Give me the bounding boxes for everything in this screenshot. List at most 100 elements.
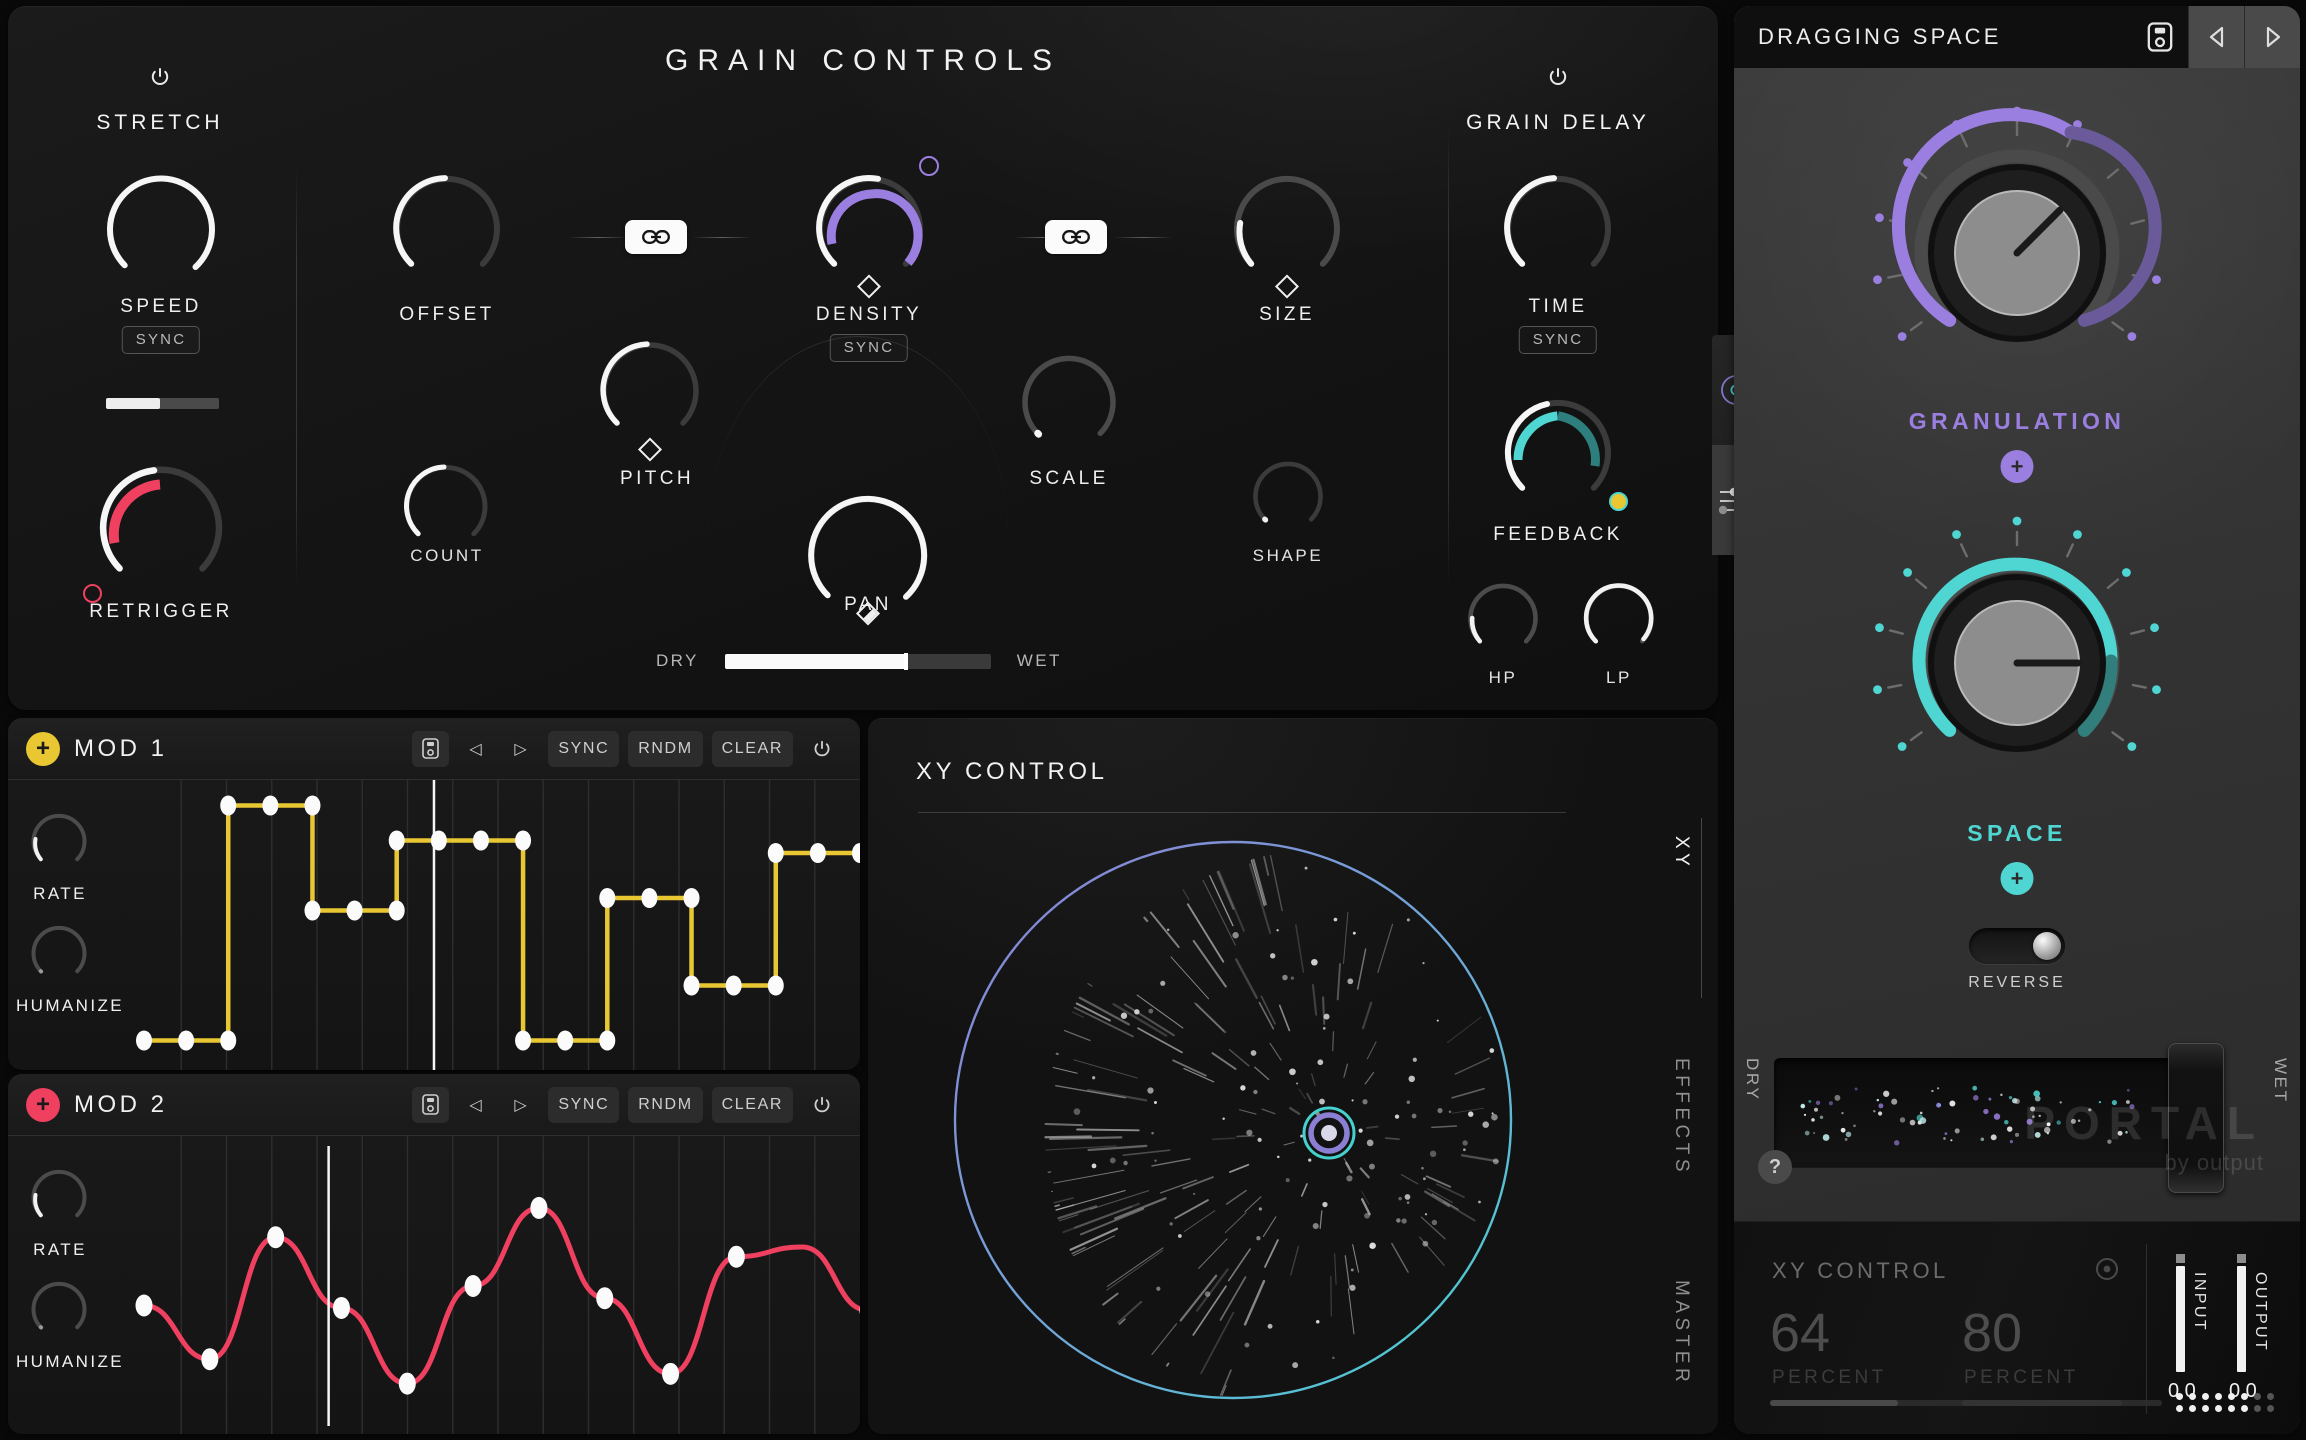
reverse-label: REVERSE xyxy=(1968,974,2066,991)
footer-x-unit: PERCENT xyxy=(1772,1367,1887,1388)
shape-knob[interactable] xyxy=(1246,454,1330,538)
portal-brand: PORTAL xyxy=(2024,1097,2264,1149)
density-knob[interactable] xyxy=(806,156,939,299)
mod2-power-button[interactable] xyxy=(802,1087,842,1123)
size-knob[interactable] xyxy=(1223,164,1351,299)
retrigger-label: RETRIGGER xyxy=(89,601,233,622)
mod2-rate-knob[interactable] xyxy=(26,1164,92,1230)
mod2-humanize-knob[interactable] xyxy=(26,1276,92,1342)
mod2-panel: + MOD 2 ◁ ▷ SYNC RNDM CLEAR RATE HUMANIZ… xyxy=(8,1074,860,1434)
scale-knob[interactable] xyxy=(1013,346,1125,458)
reverse-toggle[interactable] xyxy=(1969,928,2065,964)
help-button[interactable]: ? xyxy=(1758,1150,1792,1184)
link-icon xyxy=(1062,230,1090,244)
feedback-knob[interactable] xyxy=(1494,388,1628,516)
speed-knob[interactable] xyxy=(96,164,226,294)
hp-label: HP xyxy=(1488,668,1518,687)
density-mod-ring[interactable] xyxy=(919,156,939,176)
mod2-add-badge[interactable]: + xyxy=(26,1087,60,1122)
space-knob[interactable] xyxy=(1857,508,2177,818)
xy-control-rule xyxy=(918,812,1566,813)
count-knob[interactable] xyxy=(396,456,496,556)
mod1-header: + MOD 1 ◁ ▷ SYNC RNDM CLEAR xyxy=(8,718,860,780)
mod1-preset-button[interactable] xyxy=(412,730,450,767)
tab-effects[interactable]: EFFECTS xyxy=(1670,1058,1692,1176)
count-label: COUNT xyxy=(410,546,484,565)
link-line-right-1 xyxy=(692,237,752,238)
time-knob[interactable] xyxy=(1494,164,1622,292)
stretch-amount-slider[interactable] xyxy=(106,398,219,409)
mod1-next-button[interactable]: ▷ xyxy=(503,731,539,767)
mod2-lfo-editor[interactable]: RATE HUMANIZE xyxy=(8,1136,860,1434)
shape-label: SHAPE xyxy=(1252,546,1324,565)
save-icon xyxy=(2147,22,2173,52)
retrigger-knob[interactable] xyxy=(83,454,234,603)
mod1-prev-button[interactable]: ◁ xyxy=(458,731,494,767)
preset-prev-button[interactable] xyxy=(2188,6,2244,68)
pitch-label: PITCH xyxy=(620,468,694,489)
xy-visualizer[interactable] xyxy=(938,830,1528,1410)
speed-sync-button[interactable]: SYNC xyxy=(121,326,201,354)
output-meter-cap xyxy=(2237,1254,2246,1263)
mod1-lfo-editor[interactable]: RATE HUMANIZE xyxy=(8,780,860,1070)
space-add-button[interactable]: + xyxy=(2000,862,2034,895)
footer-x-value: 64 xyxy=(1770,1303,1831,1363)
mod1-rate-knob[interactable] xyxy=(26,808,92,874)
footer-x-bar[interactable] xyxy=(1770,1400,1970,1406)
dry-wet-handle[interactable] xyxy=(903,652,908,670)
mod2-random-button[interactable]: RNDM xyxy=(628,1086,703,1123)
mod1-power-button[interactable] xyxy=(802,731,842,767)
preset-name-label: DRAGGING SPACE xyxy=(1758,24,2002,49)
speed-label: SPEED xyxy=(120,296,202,317)
mod2-preset-button[interactable] xyxy=(412,1086,450,1123)
footer-target-icon[interactable] xyxy=(2094,1256,2120,1282)
link-icon xyxy=(642,230,670,244)
link-line-left-1 xyxy=(568,237,628,238)
right-wet-label: WET xyxy=(2271,1058,2290,1104)
footer-y-value: 80 xyxy=(1962,1303,2023,1363)
footer-y-bar[interactable] xyxy=(1962,1400,2162,1406)
mod2-title: MOD 2 xyxy=(74,1090,168,1118)
mod1-title: MOD 1 xyxy=(74,734,168,762)
link-button-1[interactable] xyxy=(625,220,687,254)
granulation-add-button[interactable]: + xyxy=(2000,450,2034,483)
mod2-prev-button[interactable]: ◁ xyxy=(458,1087,494,1123)
power-icon-grain-delay[interactable] xyxy=(1547,66,1569,88)
mod2-clear-button[interactable]: CLEAR xyxy=(711,1086,793,1123)
mod1-side-controls: RATE HUMANIZE xyxy=(8,780,136,1070)
next-icon xyxy=(2266,26,2280,48)
tab-master[interactable]: MASTER xyxy=(1670,1280,1692,1386)
tab-xy-indicator xyxy=(1701,818,1702,998)
mod1-random-button[interactable]: RNDM xyxy=(628,730,703,767)
pitch-knob[interactable] xyxy=(591,331,709,462)
preset-next-button[interactable] xyxy=(2244,6,2300,68)
offset-label: OFFSET xyxy=(399,304,495,325)
mod2-toolbar: ◁ ▷ SYNC RNDM CLEAR xyxy=(412,1086,842,1123)
feedback-mod-ring[interactable] xyxy=(1609,492,1628,511)
mod1-sync-button[interactable]: SYNC xyxy=(548,730,620,767)
save-preset-button[interactable] xyxy=(2132,6,2188,68)
hp-knob[interactable] xyxy=(1461,576,1545,660)
output-meter-bar xyxy=(2237,1266,2246,1372)
mod1-clear-button[interactable]: CLEAR xyxy=(711,730,793,767)
granulation-knob[interactable] xyxy=(1857,98,2177,408)
dragging-space-header: DRAGGING SPACE xyxy=(1734,6,2300,68)
link-button-2[interactable] xyxy=(1045,220,1107,254)
time-sync-button[interactable]: SYNC xyxy=(1518,326,1598,354)
reverse-toggle-knob[interactable] xyxy=(2033,932,2061,960)
mod1-humanize-knob[interactable] xyxy=(26,920,92,986)
mod2-sync-button[interactable]: SYNC xyxy=(548,1086,620,1123)
density-sync-button[interactable]: SYNC xyxy=(829,334,909,362)
mod2-next-button[interactable]: ▷ xyxy=(503,1087,539,1123)
lp-knob[interactable] xyxy=(1577,576,1661,660)
xy-control-title: XY CONTROL xyxy=(916,758,1108,785)
preset-icon xyxy=(422,738,440,759)
readout-footer: XY CONTROL 64 PERCENT 80 PERCENT INPUT 0… xyxy=(1734,1221,2300,1434)
dry-wet-slider[interactable] xyxy=(724,652,991,670)
offset-knob[interactable] xyxy=(383,164,511,292)
power-icon-stretch[interactable] xyxy=(149,66,171,88)
mod1-add-badge[interactable]: + xyxy=(26,731,60,766)
grain-controls-title: GRAIN CONTROLS xyxy=(664,44,1062,77)
tab-xy[interactable]: XY xyxy=(1670,836,1692,870)
mod2-humanize-label: HUMANIZE xyxy=(16,1352,124,1371)
